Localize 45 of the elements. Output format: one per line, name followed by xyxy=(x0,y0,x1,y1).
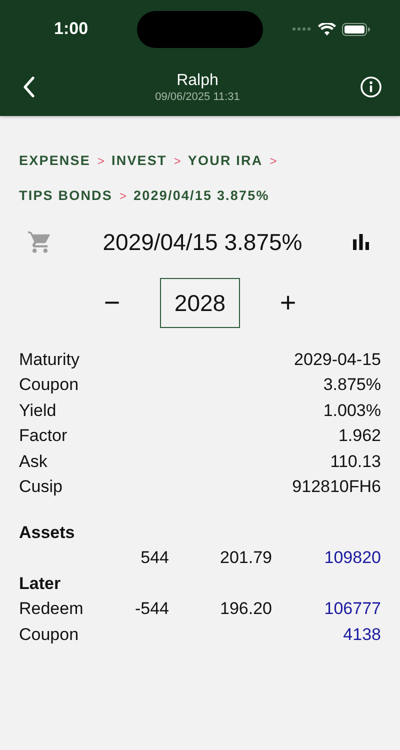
section-title: Assets xyxy=(19,522,76,544)
bond-title: 2029/04/15 3.875% xyxy=(102,228,302,256)
signal-icon xyxy=(292,27,312,31)
detail-value: 110.13 xyxy=(330,452,381,472)
row-label: Redeem xyxy=(19,599,84,620)
status-time: 1:00 xyxy=(54,19,90,39)
table-cell: -544 xyxy=(134,599,169,620)
wifi-icon xyxy=(318,22,336,36)
detail-value: 1.962 xyxy=(338,426,381,446)
nav-title: Ralph xyxy=(176,72,218,90)
year-field[interactable]: 2028 xyxy=(160,278,240,328)
increment-button[interactable]: + xyxy=(266,281,310,325)
detail-value: 3.875% xyxy=(323,375,381,396)
detail-label: Maturity xyxy=(19,350,80,370)
section-title: Later xyxy=(19,572,62,595)
detail-label: Cusip xyxy=(19,477,62,498)
bar-chart-icon[interactable] xyxy=(352,234,370,250)
table-cell: 106777 xyxy=(324,599,381,620)
breadcrumb-separator: > xyxy=(120,188,127,202)
table-cell: 201.79 xyxy=(220,548,272,568)
breadcrumb-separator: > xyxy=(174,154,181,168)
detail-value: 912810FH6 xyxy=(292,477,381,498)
breadcrumb-separator: > xyxy=(270,154,277,168)
breadcrumb-separator: > xyxy=(97,154,104,168)
table-cell: 109820 xyxy=(324,548,381,568)
decrement-button[interactable]: − xyxy=(90,281,134,325)
breadcrumb-link[interactable]: INVEST xyxy=(112,153,167,168)
info-icon[interactable] xyxy=(360,76,382,98)
back-icon[interactable] xyxy=(23,76,35,98)
battery-icon xyxy=(342,22,370,36)
nav-subtitle: 09/06/2025 11:31 xyxy=(155,90,240,102)
detail-label: Ask xyxy=(19,452,48,472)
table-cell: 196.20 xyxy=(220,599,272,620)
detail-label: Factor xyxy=(19,426,68,446)
detail-value: 2029-04-15 xyxy=(294,350,381,370)
detail-label: Yield xyxy=(19,400,56,421)
detail-value: 1.003% xyxy=(323,400,381,421)
breadcrumb-link[interactable]: YOUR IRA xyxy=(188,153,263,168)
breadcrumb-link[interactable]: EXPENSE xyxy=(19,153,90,168)
breadcrumb-link[interactable]: TIPS BONDS xyxy=(19,188,113,203)
table-cell: 544 xyxy=(140,548,169,568)
breadcrumb-link[interactable]: 2029/04/15 3.875% xyxy=(134,188,270,203)
detail-label: Coupon xyxy=(19,375,79,396)
table-cell: 4138 xyxy=(343,624,381,645)
row-label: Coupon xyxy=(19,624,79,645)
